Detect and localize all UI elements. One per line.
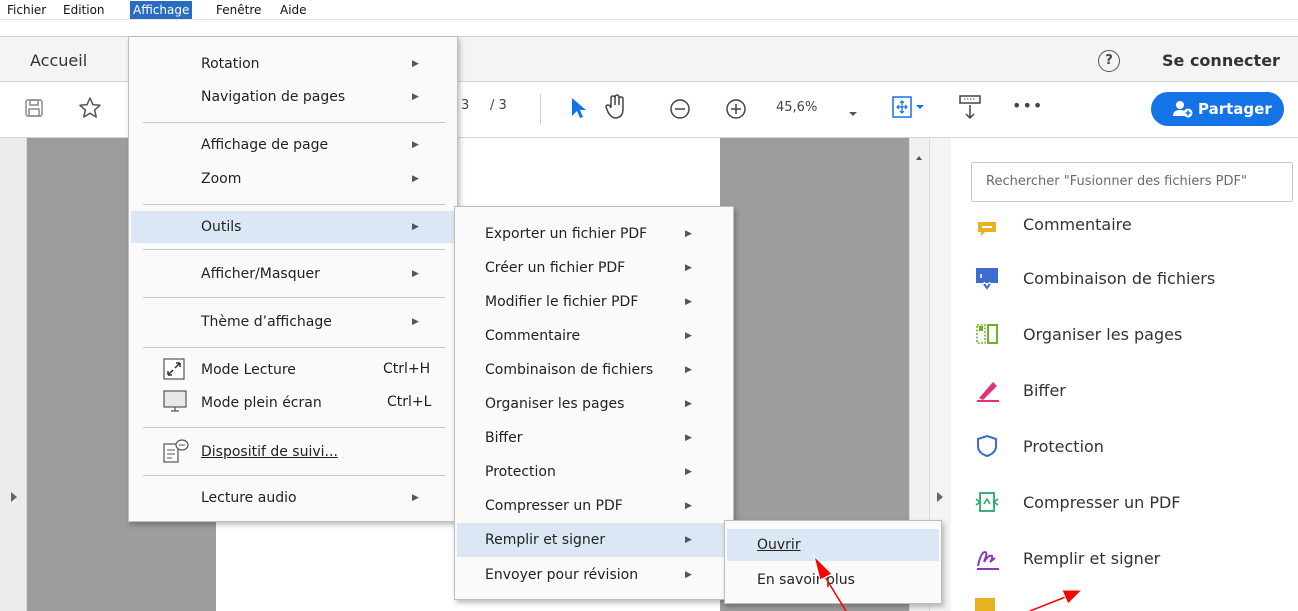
annotation-overlay (813, 554, 1084, 611)
annotation-arrow-panel (1029, 589, 1084, 611)
annotation-arrow-ouvrir (813, 554, 847, 611)
